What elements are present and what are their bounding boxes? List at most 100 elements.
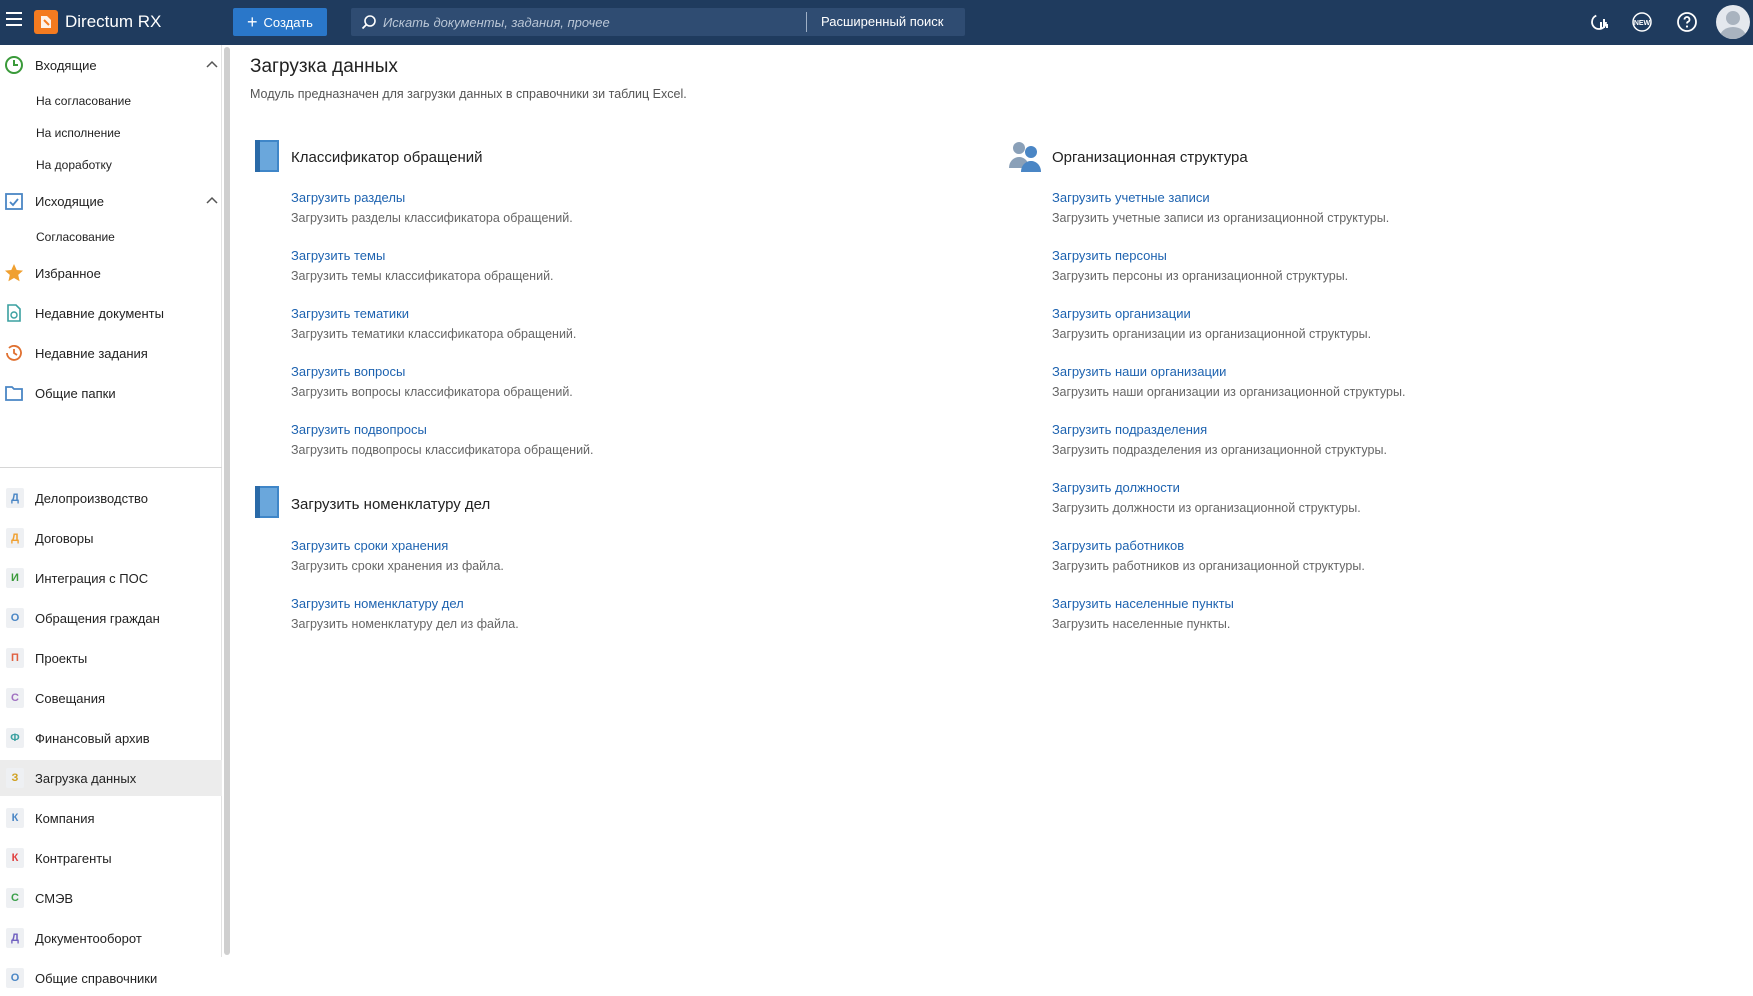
- sidebar-item-for-rework[interactable]: На доработку: [0, 150, 222, 180]
- sidebar-item-label: Договоры: [35, 530, 94, 546]
- plus-icon: +: [247, 12, 258, 32]
- sidebar-module-item[interactable]: С Совещания: [0, 680, 222, 716]
- sidebar-module-item[interactable]: О Обращения граждан: [0, 600, 222, 636]
- chevron-up-icon[interactable]: [206, 59, 218, 71]
- book-icon: [255, 486, 279, 518]
- sidebar-subitem-label: Согласование: [36, 230, 115, 244]
- load-link[interactable]: Загрузить темы: [291, 248, 385, 263]
- sidebar-item-label: Входящие: [35, 57, 97, 73]
- sidebar-module-item[interactable]: З Загрузка данных: [0, 760, 222, 796]
- load-description: Загрузить населенные пункты.: [1052, 617, 1231, 631]
- sidebar-item-recent-tasks[interactable]: Недавние задания: [0, 335, 222, 371]
- sidebar-module-item[interactable]: Д Делопроизводство: [0, 480, 222, 516]
- load-link[interactable]: Загрузить организации: [1052, 306, 1191, 321]
- load-link[interactable]: Загрузить наши организации: [1052, 364, 1226, 379]
- sidebar-item-label: Совещания: [35, 690, 106, 706]
- sidebar-subitem-label: На доработку: [36, 158, 112, 172]
- load-description: Загрузить номенклатуру дел из файла.: [291, 617, 519, 631]
- load-description: Загрузить организации из организационной…: [1052, 327, 1372, 341]
- load-description: Загрузить разделы классификатора обращен…: [291, 211, 573, 225]
- recent-document-icon: [7, 304, 21, 322]
- load-description: Загрузить сроки хранения из файла.: [291, 559, 504, 573]
- sidebar-item-label: Общие папки: [35, 385, 116, 401]
- app-title: Directum RX: [65, 12, 162, 31]
- search-input[interactable]: [383, 12, 843, 32]
- sidebar-module-item[interactable]: Д Документооборот: [0, 920, 222, 956]
- load-link[interactable]: Загрузить подразделения: [1052, 422, 1207, 437]
- search-icon: [361, 15, 376, 30]
- top-bar: Directum RX + Создать Расширенный поиск …: [0, 0, 1753, 45]
- sidebar-item-for-execution[interactable]: На исполнение: [0, 118, 222, 148]
- sidebar-module-item[interactable]: К Контрагенты: [0, 840, 222, 876]
- sidebar-item-for-approval[interactable]: На согласование: [0, 86, 222, 116]
- sidebar-subitem-label: На согласование: [36, 94, 131, 108]
- svg-text:NEW: NEW: [1634, 20, 1651, 27]
- sidebar-item-outgoing[interactable]: Исходящие: [0, 183, 222, 219]
- load-link[interactable]: Загрузить тематики: [291, 306, 409, 321]
- module-letter-badge: С: [6, 888, 24, 908]
- module-letter-badge: И: [6, 568, 24, 588]
- advanced-search-button[interactable]: Расширенный поиск: [821, 14, 943, 29]
- load-link[interactable]: Загрузить разделы: [291, 190, 405, 205]
- create-button-label: Создать: [263, 14, 313, 30]
- sidebar-module-item[interactable]: К Компания: [0, 800, 222, 836]
- load-link[interactable]: Загрузить подвопросы: [291, 422, 427, 437]
- sidebar-module-item[interactable]: С СМЭВ: [0, 880, 222, 916]
- sidebar-item-approval[interactable]: Согласование: [0, 222, 222, 252]
- chevron-up-icon[interactable]: [206, 195, 218, 207]
- load-link[interactable]: Загрузить населенные пункты: [1052, 596, 1234, 611]
- app-logo-icon: [34, 10, 58, 34]
- help-icon[interactable]: [1676, 11, 1698, 33]
- menu-icon[interactable]: [6, 12, 22, 26]
- load-link[interactable]: Загрузить сроки хранения: [291, 538, 448, 553]
- module-letter-badge: О: [6, 968, 24, 988]
- module-letter-badge: Ф: [6, 728, 24, 748]
- module-letter-badge: К: [6, 848, 24, 868]
- sidebar-module-item[interactable]: О Общие справочники: [0, 960, 222, 996]
- search-divider: [806, 12, 807, 32]
- load-link[interactable]: Загрузить вопросы: [291, 364, 405, 379]
- sidebar-item-label: Проекты: [35, 650, 88, 666]
- module-letter-badge: О: [6, 608, 24, 628]
- sidebar-module-item[interactable]: Д Договоры: [0, 520, 222, 556]
- module-letter-badge: Д: [6, 528, 24, 548]
- clock-icon: [5, 56, 23, 74]
- load-description: Загрузить тематики классификатора обраще…: [291, 327, 577, 341]
- sidebar-item-shared-folders[interactable]: Общие папки: [0, 375, 222, 411]
- sidebar: Входящие На согласование На исполнение Н…: [0, 45, 222, 988]
- refresh-status-icon[interactable]: [1589, 11, 1611, 33]
- load-description: Загрузить подвопросы классификатора обра…: [291, 443, 594, 457]
- sidebar-item-recent-documents[interactable]: Недавние документы: [0, 295, 222, 331]
- load-description: Загрузить темы классификатора обращений.: [291, 269, 554, 283]
- sidebar-scrollbar[interactable]: [224, 47, 230, 955]
- module-letter-badge: К: [6, 808, 24, 828]
- sidebar-item-label: Загрузка данных: [35, 770, 137, 786]
- load-link[interactable]: Загрузить номенклатуру дел: [291, 596, 464, 611]
- sidebar-module-item[interactable]: П Проекты: [0, 640, 222, 676]
- module-letter-badge: Д: [6, 488, 24, 508]
- sidebar-item-label: Компания: [35, 810, 95, 826]
- load-link[interactable]: Загрузить работников: [1052, 538, 1184, 553]
- sidebar-module-item[interactable]: Ф Финансовый архив: [0, 720, 222, 756]
- user-avatar[interactable]: [1716, 5, 1750, 39]
- sidebar-module-item[interactable]: И Интеграция с ПОС: [0, 560, 222, 596]
- load-description: Загрузить наши организации из организаци…: [1052, 385, 1406, 399]
- load-link[interactable]: Загрузить учетные записи: [1052, 190, 1210, 205]
- sidebar-item-incoming[interactable]: Входящие: [0, 47, 222, 83]
- load-description: Загрузить должности из организационной с…: [1052, 501, 1361, 515]
- sidebar-item-label: Общие справочники: [35, 970, 158, 986]
- create-button[interactable]: + Создать: [233, 8, 327, 36]
- load-link[interactable]: Загрузить должности: [1052, 480, 1180, 495]
- sidebar-subitem-label: На исполнение: [36, 126, 121, 140]
- new-features-icon[interactable]: NEW: [1631, 11, 1653, 33]
- sidebar-item-label: Документооборот: [35, 930, 142, 946]
- history-icon: [6, 345, 22, 361]
- search-box: Расширенный поиск: [351, 8, 965, 36]
- sidebar-item-label: Избранное: [35, 265, 101, 281]
- section-title-nomenclature: Загрузить номенклатуру дел: [291, 496, 491, 513]
- sidebar-item-label: СМЭВ: [35, 890, 74, 906]
- sidebar-item-favorites[interactable]: Избранное: [0, 255, 222, 291]
- load-description: Загрузить подразделения из организационн…: [1052, 443, 1387, 457]
- book-icon: [255, 140, 279, 172]
- load-link[interactable]: Загрузить персоны: [1052, 248, 1167, 263]
